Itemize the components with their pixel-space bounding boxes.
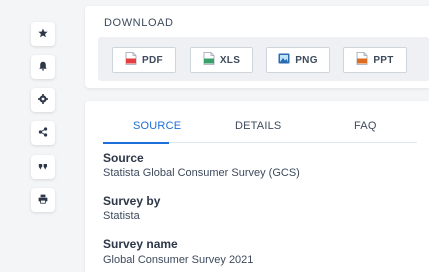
tab-details[interactable]: DETAILS <box>235 120 281 132</box>
print-button[interactable] <box>31 188 55 212</box>
side-toolbar <box>0 0 80 272</box>
notification-button[interactable] <box>31 55 55 79</box>
survey-name-value: Global Consumer Survey 2021 <box>103 254 254 266</box>
source-value: Statista Global Consumer Survey (GCS) <box>103 167 300 179</box>
star-icon <box>38 25 48 43</box>
download-xls-label: XLS <box>219 54 241 66</box>
download-xls-button[interactable]: XLS <box>190 47 253 73</box>
survey-name-label: Survey name <box>103 237 178 251</box>
settings-button[interactable] <box>31 88 55 112</box>
download-ppt-button[interactable]: PPT <box>343 47 407 73</box>
print-icon <box>38 191 48 209</box>
tab-faq[interactable]: FAQ <box>354 120 377 132</box>
info-tabs: SOURCE DETAILS FAQ <box>103 119 417 143</box>
download-pdf-label: PDF <box>142 54 163 66</box>
gear-icon <box>38 91 48 109</box>
statistic-info-panel: SOURCE DETAILS FAQ Source Statista Globa… <box>85 101 429 272</box>
share-button[interactable] <box>31 121 55 145</box>
survey-by-value: Statista <box>103 210 140 222</box>
download-png-label: PNG <box>295 54 318 66</box>
quote-icon <box>38 158 48 176</box>
survey-by-label: Survey by <box>103 194 161 208</box>
download-pdf-button[interactable]: PDF <box>112 47 176 73</box>
download-buttons-row: PDF XLS PNG PPT <box>98 37 429 81</box>
download-title: DOWNLOAD <box>104 17 174 29</box>
tab-source[interactable]: SOURCE <box>133 120 181 132</box>
favorite-button[interactable] <box>31 22 55 46</box>
png-image-icon <box>278 52 290 68</box>
cite-button[interactable] <box>31 155 55 179</box>
pdf-file-icon <box>125 52 137 68</box>
active-tab-indicator <box>103 142 169 144</box>
download-panel: DOWNLOAD PDF XLS PNG PPT <box>85 6 429 88</box>
download-png-button[interactable]: PNG <box>266 47 330 73</box>
ppt-file-icon <box>356 52 368 68</box>
bell-icon <box>38 58 48 76</box>
xls-file-icon <box>203 52 215 68</box>
share-icon <box>38 124 48 142</box>
source-label: Source <box>103 151 144 165</box>
download-ppt-label: PPT <box>373 54 394 66</box>
